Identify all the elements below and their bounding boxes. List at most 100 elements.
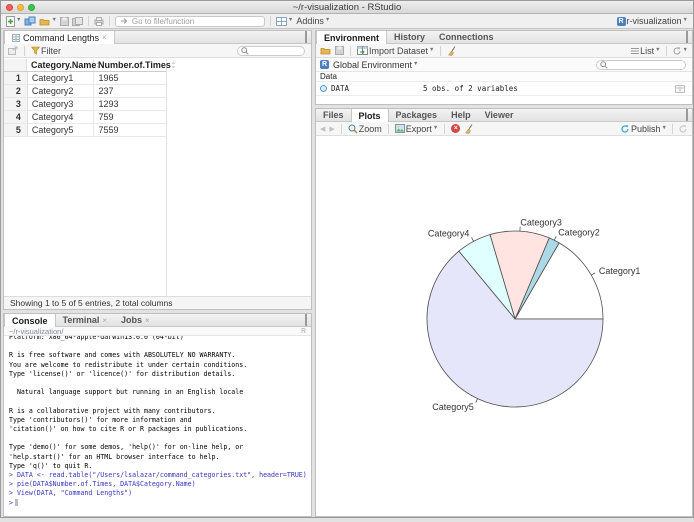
console-tabbar: Console Terminal× Jobs× — [4, 314, 311, 327]
sort-icon — [171, 61, 176, 69]
list-view-button[interactable]: List ▼ — [631, 46, 660, 56]
tab-help[interactable]: Help — [444, 109, 478, 121]
close-icon[interactable]: × — [145, 316, 150, 325]
filter-label: Filter — [41, 46, 61, 56]
new-project-icon — [24, 16, 36, 26]
toolbar-separator — [88, 16, 89, 26]
next-plot-button[interactable]: ▶ — [329, 125, 334, 133]
previous-plot-button[interactable]: ◀ — [320, 125, 325, 133]
remove-plot-button[interactable]: × — [451, 124, 460, 133]
save-button[interactable] — [60, 17, 69, 26]
close-icon[interactable]: × — [102, 33, 107, 42]
tab-viewer[interactable]: Viewer — [478, 109, 521, 121]
load-workspace-icon[interactable] — [320, 46, 331, 55]
clear-workspace-broom-icon[interactable] — [447, 46, 457, 56]
refresh-environment-button[interactable]: ▼ — [672, 46, 688, 56]
maximize-pane-button[interactable] — [686, 110, 688, 120]
maximize-pane-button[interactable] — [305, 32, 307, 42]
tab-packages[interactable]: Packages — [389, 109, 445, 121]
project-menu-button[interactable]: R r-visualization ▼ — [617, 16, 688, 26]
toolbar-separator — [270, 16, 271, 26]
publish-label: Publish — [631, 124, 661, 134]
filter-button[interactable]: Filter — [31, 46, 61, 56]
zoom-plot-button[interactable]: Zoom — [348, 124, 382, 134]
chevron-down-icon: ▼ — [325, 18, 330, 24]
rownum-header[interactable] — [4, 59, 27, 71]
chevron-down-icon: ▼ — [429, 48, 434, 54]
toolbar-separator — [350, 46, 351, 56]
toolbar-separator — [444, 124, 445, 134]
console-prompt-line[interactable]: > — [9, 499, 311, 508]
print-button[interactable] — [94, 17, 104, 26]
tab-jobs[interactable]: Jobs× — [114, 314, 157, 326]
environment-object-row[interactable]: DATA 5 obs. of 2 variables — [316, 82, 692, 96]
save-workspace-icon[interactable] — [335, 46, 344, 55]
console-path-bar: ~/r-visualization/ R — [4, 327, 311, 336]
console-output: Platform: x86_64-apple-darwin13.6.0 (64-… — [9, 336, 311, 471]
grid-icon — [12, 34, 20, 42]
export-plot-button[interactable]: Export ▼ — [395, 124, 438, 134]
toolbar-separator — [341, 124, 342, 134]
close-icon[interactable]: × — [102, 316, 107, 325]
plots-pane: Files Plots Packages Help Viewer ◀ ▶ Zoo… — [315, 108, 693, 517]
goto-arrow-icon — [120, 17, 129, 25]
tab-command-lengths[interactable]: Command Lengths × — [4, 31, 115, 44]
pane-layout-button[interactable]: ▼ — [276, 17, 293, 26]
maximize-pane-button[interactable] — [305, 315, 307, 325]
new-file-button[interactable]: ▼ — [6, 16, 21, 27]
environment-pane: Environment History Connections Import D… — [315, 30, 693, 105]
global-environment-dropdown[interactable]: Global Environment ▼ — [333, 60, 419, 70]
table-row[interactable]: 4 Category4 759 — [4, 111, 166, 124]
viewer-search-input[interactable] — [251, 46, 301, 55]
popout-icon[interactable] — [8, 46, 18, 55]
data-viewer-pane: Command Lengths × Filter Category.Name — [3, 30, 312, 310]
open-file-button[interactable]: ▼ — [39, 17, 56, 26]
r-session-icon: R — [301, 328, 306, 335]
search-icon — [600, 61, 608, 69]
toolbar-separator — [440, 46, 441, 56]
import-dataset-icon — [357, 46, 368, 55]
tab-terminal[interactable]: Terminal× — [56, 314, 115, 326]
tab-label: Command Lengths — [23, 33, 99, 43]
tab-environment[interactable]: Environment — [316, 31, 387, 44]
table-row[interactable]: 2 Category2 237 — [4, 85, 166, 98]
table-row[interactable]: 3 Category3 1293 — [4, 98, 166, 111]
import-dataset-button[interactable]: Import Dataset ▼ — [357, 46, 434, 56]
title-bar: ~/r-visualization - RStudio — [1, 1, 693, 14]
tab-history[interactable]: History — [387, 31, 432, 43]
view-table-icon[interactable] — [675, 85, 685, 93]
clear-all-plots-broom-icon[interactable] — [464, 124, 474, 134]
goto-file-input[interactable] — [132, 17, 260, 26]
tab-plots[interactable]: Plots — [351, 109, 389, 122]
environment-search-input[interactable] — [610, 60, 682, 69]
refresh-plot-icon[interactable] — [678, 124, 688, 134]
save-all-button[interactable] — [72, 17, 83, 26]
console-body[interactable]: Platform: x86_64-apple-darwin13.6.0 (64-… — [4, 336, 311, 516]
pie-label-leader-line — [472, 237, 474, 241]
magnifier-icon — [348, 124, 358, 134]
chevron-down-icon: ▼ — [413, 62, 418, 68]
table-row[interactable]: 1 Category1 1965 — [4, 72, 166, 85]
refresh-icon — [672, 46, 682, 56]
column-header-number-of-times[interactable]: Number.of.Times — [94, 59, 166, 71]
pie-chart: Category1Category2Category3Category4Cate… — [316, 137, 692, 517]
scope-label: Global Environment — [333, 60, 412, 70]
search-icon — [241, 47, 249, 55]
tab-connections[interactable]: Connections — [432, 31, 501, 43]
viewer-tabbar: Command Lengths × — [4, 31, 311, 44]
publish-button[interactable]: Publish ▼ — [620, 124, 667, 134]
tab-console[interactable]: Console — [4, 314, 56, 327]
column-header-category-name[interactable]: Category.Name — [27, 59, 94, 71]
console-command-line: > DATA <- read.table("/Users/lsalazar/co… — [9, 471, 311, 480]
printer-icon — [94, 17, 104, 26]
toolbar-separator — [109, 16, 110, 26]
new-project-button[interactable] — [24, 16, 36, 26]
pane-layout-icon — [276, 17, 287, 26]
addins-button[interactable]: Addins ▼ — [296, 16, 330, 26]
rstudio-window: { "window": { "title": "~/r-visualizatio… — [0, 0, 694, 518]
toolbar-separator — [388, 124, 389, 134]
table-row[interactable]: 5 Category5 7559 — [4, 124, 166, 137]
tab-files[interactable]: Files — [316, 109, 351, 121]
maximize-pane-button[interactable] — [686, 32, 688, 42]
environment-section-header: Data — [316, 72, 692, 82]
